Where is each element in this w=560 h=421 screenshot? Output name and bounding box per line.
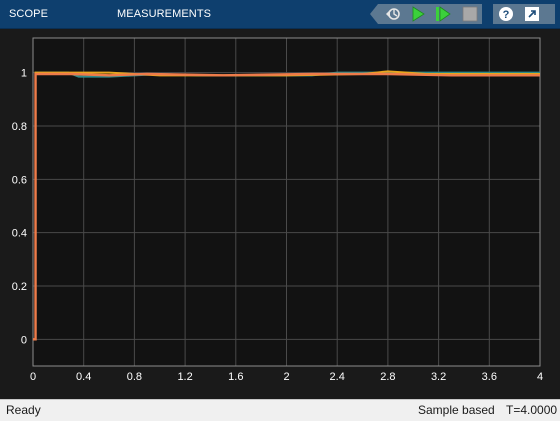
- x-tick-label: 2: [283, 371, 289, 383]
- tab-scope[interactable]: SCOPE: [9, 0, 59, 28]
- y-tick-label: 1: [21, 68, 27, 80]
- x-tick-label: 1.2: [177, 371, 192, 383]
- x-tick-label: 2.8: [380, 371, 395, 383]
- y-tick-labels: 0 0.2 0.4 0.6 0.8 1: [12, 68, 27, 347]
- x-tick-label: 3.6: [482, 371, 497, 383]
- x-tick-labels: 0 0.4 0.8 1.2 1.6 2 2.4 2.8 3.2 3.6 4: [30, 371, 543, 383]
- x-tick-label: 0.8: [127, 371, 142, 383]
- step-forward-button[interactable]: [434, 5, 452, 23]
- step-forward-icon: [434, 5, 452, 23]
- undock-button[interactable]: [523, 5, 541, 23]
- x-tick-label: 4: [537, 371, 543, 383]
- status-ready-text: Ready: [6, 403, 41, 417]
- y-tick-label: 0: [21, 334, 27, 346]
- x-tick-label: 2.4: [330, 371, 345, 383]
- scope-plot: 0 0.4 0.8 1.2 1.6 2 2.4 2.8 3.2 3.6 4 0 0.2 0.4 0.6 0.…: [12, 37, 543, 383]
- tab-measurements[interactable]: MEASUREMENTS: [117, 0, 212, 28]
- stop-button[interactable]: [461, 5, 479, 23]
- toolbar-group-notch: [370, 4, 378, 24]
- scope-plot-area: 0 0.4 0.8 1.2 1.6 2 2.4 2.8 3.2 3.6 4 0 0.2 0.4 0.6 0.…: [0, 29, 560, 399]
- toolstrip: SCOPE MEASUREMENTS ?: [0, 0, 560, 29]
- y-tick-label: 0.8: [12, 121, 27, 133]
- status-time-text: T=4.0000: [506, 403, 558, 417]
- y-tick-label: 0.2: [12, 281, 27, 293]
- undock-icon: [523, 5, 541, 23]
- x-tick-label: 0: [30, 371, 36, 383]
- svg-text:?: ?: [503, 9, 510, 21]
- x-tick-label: 3.2: [431, 371, 446, 383]
- y-tick-label: 0.6: [12, 174, 27, 186]
- step-back-icon: [384, 5, 402, 23]
- y-tick-label: 0.4: [12, 228, 27, 240]
- status-bar: Ready Sample based T=4.0000: [0, 399, 560, 421]
- step-back-button[interactable]: [384, 5, 402, 23]
- help-icon: ?: [497, 5, 515, 23]
- run-button[interactable]: [409, 5, 427, 23]
- help-button[interactable]: ?: [497, 5, 515, 23]
- x-tick-label: 1.6: [228, 371, 243, 383]
- run-icon: [409, 5, 427, 23]
- x-tick-label: 0.4: [76, 371, 91, 383]
- status-mode-text: Sample based: [418, 403, 495, 417]
- stop-icon: [461, 5, 479, 23]
